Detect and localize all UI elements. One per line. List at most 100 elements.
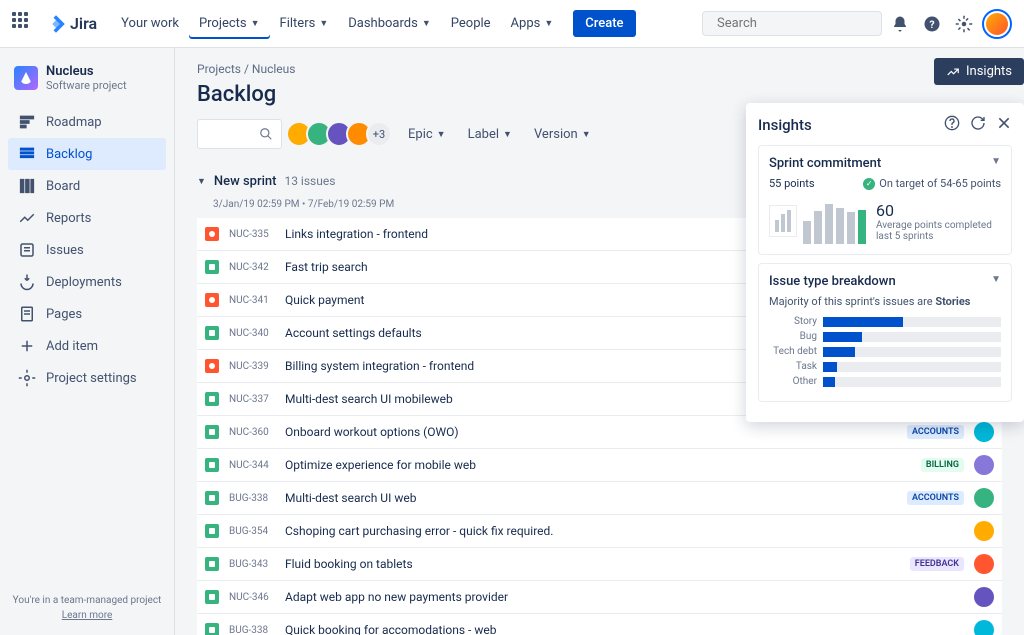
nav-dashboards[interactable]: Dashboards▼	[338, 10, 441, 37]
avatar-overflow[interactable]: +3	[366, 121, 392, 147]
sidebar-item-reports[interactable]: Reports	[8, 202, 166, 234]
chevron-down-icon: ▼	[437, 129, 446, 140]
chevron-down-icon[interactable]: ▼	[991, 274, 1001, 289]
chevron-down-icon: ▼	[503, 129, 512, 140]
refresh-icon[interactable]	[970, 115, 986, 135]
learn-more-link[interactable]: Learn more	[62, 610, 113, 621]
sidebar-item-roadmap[interactable]: Roadmap	[8, 106, 166, 138]
sidebar-item-project-settings[interactable]: Project settings	[8, 362, 166, 394]
issue-row[interactable]: BUG-354Cshoping cart purchasing error - …	[197, 514, 1002, 547]
search-input[interactable]	[717, 16, 883, 31]
project-type: Software project	[46, 79, 127, 92]
sprint-commitment-card: Sprint commitment ▼ 55 points On target …	[758, 145, 1012, 255]
backlog-search[interactable]	[197, 119, 282, 149]
issue-label: ACCOUNTS	[907, 491, 964, 505]
issue-key: NUC-360	[229, 427, 275, 438]
sprint-issue-count: 13 issues	[284, 174, 335, 188]
breakdown-label: Other	[769, 376, 817, 387]
sidebar-item-pages[interactable]: Pages	[8, 298, 166, 330]
chart-bar	[847, 212, 855, 244]
story-icon	[205, 623, 219, 635]
sidebar-item-backlog[interactable]: Backlog	[8, 138, 166, 170]
bug-icon	[205, 359, 219, 373]
issue-row[interactable]: BUG-338Quick booking for accomodations -…	[197, 613, 1002, 635]
issue-key: NUC-341	[229, 295, 275, 306]
bug-icon	[205, 227, 219, 241]
nav-apps[interactable]: Apps▼	[501, 10, 564, 37]
breakdown-bar	[823, 347, 1001, 357]
breakdown-row: Bug	[769, 331, 1001, 342]
breadcrumb-parent[interactable]: Projects	[197, 62, 241, 76]
issue-key: NUC-337	[229, 394, 275, 405]
sidebar-item-label: Pages	[46, 307, 82, 322]
chevron-down-icon: ▼	[544, 18, 553, 29]
logo-text: Jira	[70, 14, 97, 33]
chart-bar	[825, 204, 833, 244]
sidebar-item-deployments[interactable]: Deployments	[8, 266, 166, 298]
assignee-avatar[interactable]	[974, 422, 994, 442]
jira-logo[interactable]: Jira	[46, 14, 97, 34]
breakdown-label: Story	[769, 316, 817, 327]
sidebar-item-board[interactable]: Board	[8, 170, 166, 202]
sidebar-item-label: Add item	[46, 339, 98, 354]
sidebar-item-issues[interactable]: Issues	[8, 234, 166, 266]
label-filter[interactable]: Label▼	[462, 123, 518, 146]
issue-summary: Optimize experience for mobile web	[285, 458, 911, 472]
sidebar-item-add-item[interactable]: Add item	[8, 330, 166, 362]
profile-avatar[interactable]	[982, 9, 1012, 39]
app-switcher-icon[interactable]	[12, 12, 36, 36]
issue-label: ACCOUNTS	[907, 425, 964, 439]
chevron-down-icon: ▼	[319, 18, 328, 29]
help-icon[interactable]: ?	[918, 10, 946, 38]
nav-filters[interactable]: Filters▼	[270, 10, 339, 37]
story-icon	[205, 392, 219, 406]
insights-button[interactable]: Insights	[934, 58, 1024, 85]
issue-label: FEEDBACK	[910, 557, 964, 571]
assignee-filter[interactable]: +3	[292, 121, 392, 147]
notifications-icon[interactable]	[886, 10, 914, 38]
story-icon	[205, 491, 219, 505]
breadcrumb: Projects / Nucleus	[197, 62, 1002, 76]
assignee-avatar[interactable]	[974, 587, 994, 607]
issue-summary: Multi-dest search UI web	[285, 491, 897, 505]
sidebar-item-label: Issues	[46, 243, 84, 258]
issue-row[interactable]: NUC-344Optimize experience for mobile we…	[197, 448, 1002, 481]
pages-icon	[18, 305, 36, 323]
story-icon	[205, 458, 219, 472]
assignee-avatar[interactable]	[974, 620, 994, 635]
assignee-avatar[interactable]	[974, 521, 994, 541]
card-title: Sprint commitment	[769, 156, 881, 171]
project-name: Nucleus	[46, 64, 127, 79]
chevron-down-icon[interactable]: ▼	[991, 156, 1001, 171]
deployments-icon	[18, 273, 36, 291]
breakdown-row: Other	[769, 376, 1001, 387]
assignee-avatar[interactable]	[974, 455, 994, 475]
assignee-avatar[interactable]	[974, 488, 994, 508]
nav-your-work[interactable]: Your work	[111, 10, 189, 37]
roadmap-icon	[18, 113, 36, 131]
settings-icon[interactable]	[950, 10, 978, 38]
sprint-points: 55 points	[769, 177, 815, 190]
global-search[interactable]	[702, 11, 882, 36]
epic-filter[interactable]: Epic▼	[402, 123, 452, 146]
sidebar-item-label: Board	[46, 179, 80, 194]
sidebar-footer: You're in a team-managed project Learn m…	[8, 593, 166, 623]
issue-row[interactable]: NUC-346Adapt web app no new payments pro…	[197, 580, 1002, 613]
version-filter[interactable]: Version▼	[528, 123, 597, 146]
breakdown-label: Bug	[769, 331, 817, 342]
assignee-avatar[interactable]	[974, 554, 994, 574]
breakdown-row: Task	[769, 361, 1001, 372]
issue-key: NUC-335	[229, 229, 275, 240]
issue-row[interactable]: BUG-343Fluid booking on tabletsFEEDBACK	[197, 547, 1002, 580]
chart-icon	[946, 65, 960, 79]
nav-projects[interactable]: Projects▼	[189, 10, 270, 37]
nav-people[interactable]: People	[441, 10, 501, 37]
chevron-down-icon[interactable]: ▼	[197, 176, 206, 187]
project-header[interactable]: Nucleus Software project	[8, 60, 166, 106]
close-icon[interactable]	[996, 115, 1012, 135]
issue-row[interactable]: BUG-338Multi-dest search UI webACCOUNTS	[197, 481, 1002, 514]
create-button[interactable]: Create	[573, 10, 635, 37]
help-icon[interactable]	[944, 115, 960, 135]
issue-label: BILLING	[921, 458, 964, 472]
sidebar: Nucleus Software project RoadmapBacklog B…	[0, 48, 175, 635]
